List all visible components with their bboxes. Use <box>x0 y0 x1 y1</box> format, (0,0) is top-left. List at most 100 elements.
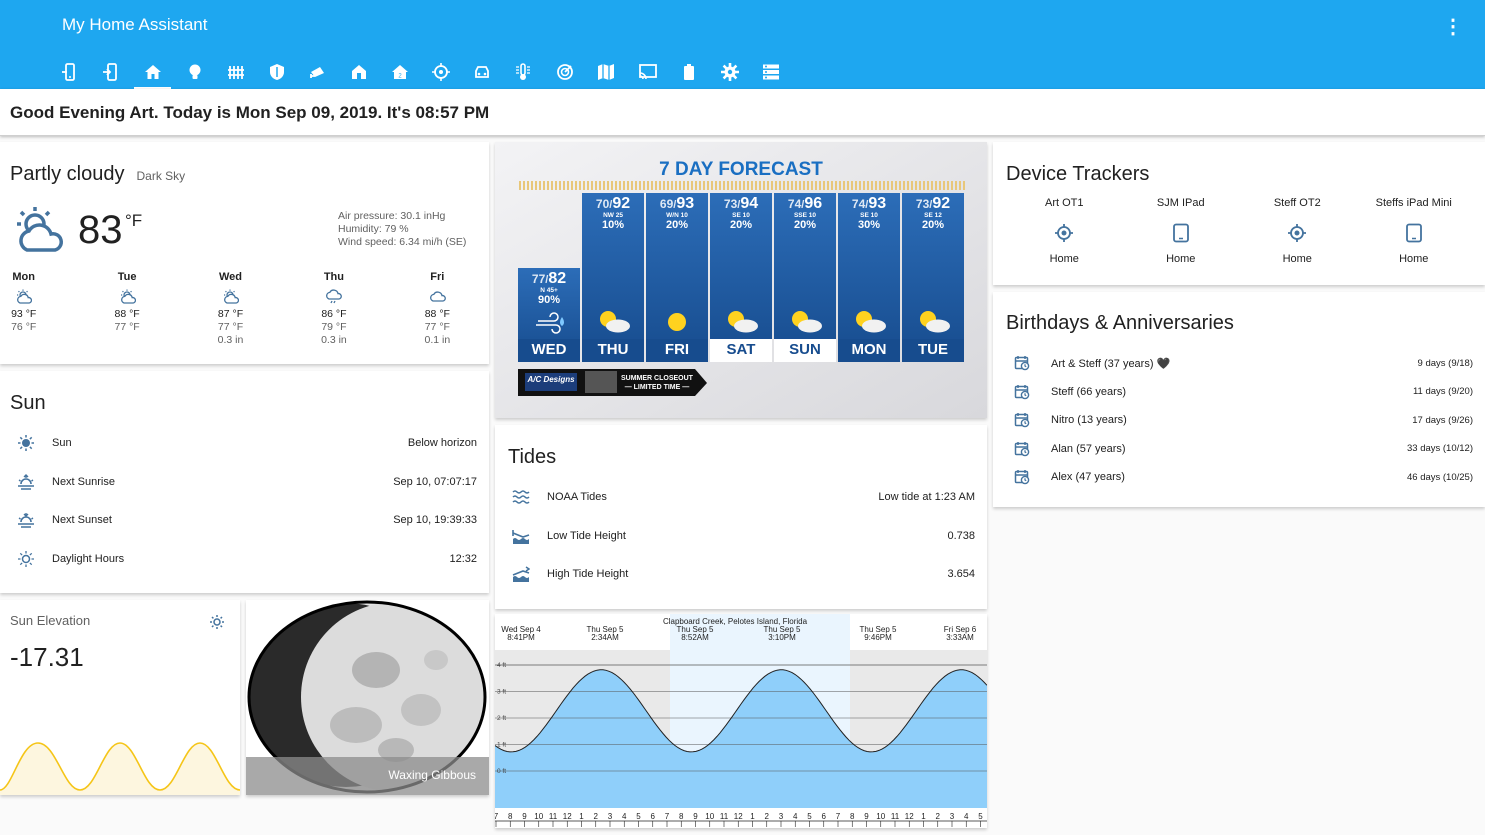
tide-xtick: 12 <box>734 812 743 821</box>
sun-row[interactable]: Daylight Hours 12:32 <box>0 545 489 573</box>
birthday-row[interactable]: Alex (47 years) 46 days (10/25) <box>993 463 1485 491</box>
tide-xtick: 4 <box>964 812 969 821</box>
tab-radar[interactable] <box>544 54 585 89</box>
thermometer-icon <box>515 62 530 80</box>
tide-xtick: 6 <box>822 812 827 821</box>
forecast-precip: 0.3 in <box>217 334 244 346</box>
tide-value: 0.738 <box>947 529 975 542</box>
birthday-row[interactable]: Nitro (13 years) 17 days (9/26) <box>993 406 1485 434</box>
tide-xtick: 8 <box>679 812 684 821</box>
tab-car[interactable] <box>461 54 502 89</box>
forecast-cloud <box>734 319 758 333</box>
birthday-row[interactable]: Alan (57 years) 33 days (10/12) <box>993 435 1485 463</box>
device-name: Steff OT2 <box>1273 197 1321 209</box>
forecast-precip: 0.3 in <box>321 334 347 346</box>
device-tracker[interactable]: Steffs iPad Mini Home <box>1356 197 1473 265</box>
device-trackers-card: Device Trackers Art OT1 Home SJM IPad Home S… <box>993 142 1485 285</box>
tab-cast[interactable] <box>627 54 668 89</box>
birthday-label: Steff (66 years) <box>1051 385 1126 398</box>
dots-vertical-icon[interactable]: ⋮ <box>1443 14 1463 39</box>
tide-xtick: 4 <box>622 812 627 821</box>
forecast-temps: 69/93 W/N 10 20% <box>646 196 708 231</box>
calendar-clock-icon <box>1014 356 1030 371</box>
sun-row[interactable]: Next Sunrise Sep 10, 07:07:17 <box>0 468 489 496</box>
forecast-day-label: FRI <box>664 341 690 358</box>
birthday-label: Nitro (13 years) <box>1051 414 1127 426</box>
tide-value: Low tide at 1:23 AM <box>878 491 975 503</box>
tide-xtick: 2 <box>765 812 770 821</box>
device-tracker[interactable]: Art OT1 Home <box>1006 197 1123 265</box>
tab-fence[interactable] <box>215 54 256 89</box>
forecast-low: 77 °F <box>217 321 244 333</box>
calendar-clock-icon <box>1014 384 1030 399</box>
sun-elevation-card[interactable]: Sun Elevation -17.31 <box>0 600 240 795</box>
device-state: Home <box>1282 253 1312 265</box>
calendar-clock-icon <box>1014 413 1030 428</box>
sun-outline-icon <box>209 614 225 630</box>
device-name: Art OT1 <box>1044 197 1084 209</box>
tide-xtick: 12 <box>905 812 914 821</box>
birthday-row[interactable]: Steff (66 years) 11 days (9/20) <box>993 378 1485 406</box>
tab-crosshair[interactable] <box>420 54 461 89</box>
tide-xtick: 7 <box>665 812 670 821</box>
weather-card[interactable]: Partly cloudy Dark Sky 83 °F Air pressur… <box>0 142 489 364</box>
birthday-label: Alan (57 years) <box>1051 442 1126 455</box>
slash: / <box>801 199 805 211</box>
forecast-day-label: TUE <box>918 341 948 358</box>
app-header: My Home Assistant ⋮ 2 <box>0 0 1485 89</box>
tide-row[interactable]: NOAA Tides Low tide at 1:23 AM <box>495 483 987 511</box>
humidity: Humidity: 79 % <box>338 223 409 235</box>
device-name: SJM IPad <box>1156 197 1205 209</box>
tide-event-time: 2:34AM <box>591 633 619 642</box>
forecast-low: 77 °F <box>114 321 140 333</box>
home-icon <box>144 64 161 79</box>
sun-row[interactable]: Next Sunset Sep 10, 19:39:33 <box>0 506 489 534</box>
device-tracker[interactable]: SJM IPad Home <box>1123 197 1240 265</box>
tab-battery[interactable] <box>668 54 709 89</box>
forecast-pop: 20% <box>793 218 817 231</box>
tide-xtick: 6 <box>651 812 656 821</box>
tide-ytick: 2 ft <box>497 715 506 722</box>
moon-card[interactable]: Waxing Gibbous <box>246 600 489 795</box>
tab-home[interactable] <box>132 54 173 89</box>
forecast-low: 73 <box>723 197 738 211</box>
tab-home-modern[interactable] <box>338 54 379 89</box>
tide-xtick: 2 <box>594 812 599 821</box>
tab-thermometer[interactable] <box>502 54 543 89</box>
calendar-clock-icon <box>1014 470 1030 485</box>
device-tracker[interactable]: Steff OT2 Home <box>1239 197 1356 265</box>
tab-phone[interactable] <box>49 54 90 89</box>
home-modern-icon <box>351 64 366 79</box>
forecast-low: 74 <box>851 197 866 211</box>
tide-low-icon <box>512 529 530 544</box>
tide-chart-card[interactable]: 4 ft 3 ft 2 ft 1 ft 0 ft Clapboard Creek, Pel… <box>495 614 987 828</box>
tide-xtick: 5 <box>636 812 641 821</box>
server-icon <box>762 64 779 79</box>
cast-icon <box>638 63 657 79</box>
tab-shield[interactable] <box>256 54 297 89</box>
moon-phase-label: Waxing Gibbous <box>388 768 476 782</box>
device-state: Home <box>1399 253 1429 265</box>
sun-row[interactable]: Sun Below horizon <box>0 429 489 457</box>
tab-server[interactable] <box>750 54 791 89</box>
forecast-image-card[interactable]: 7 DAY FORECAST A/C Designs SUMMER CLOSEO… <box>495 142 987 418</box>
tab-home-floor[interactable]: 2 <box>379 54 420 89</box>
tide-row[interactable]: High Tide Height 3.654 <box>495 560 987 588</box>
crosshair-icon <box>431 62 450 81</box>
tide-event-time: 8:41PM <box>507 633 535 642</box>
forecast-cloud <box>926 319 950 333</box>
partly-cloudy-icon <box>120 289 136 304</box>
tide-xtick: 8 <box>850 812 855 821</box>
tab-settings[interactable] <box>709 54 750 89</box>
tab-cctv[interactable] <box>297 54 338 89</box>
tide-row[interactable]: Low Tide Height 0.738 <box>495 522 987 550</box>
forecast-day-name: Wed <box>219 271 243 283</box>
tide-ytick: 4 ft <box>497 662 506 669</box>
tide-ytick: 0 ft <box>497 768 506 775</box>
tab-bulb[interactable] <box>174 54 215 89</box>
tab-map[interactable] <box>585 54 626 89</box>
sun-elevation-graph <box>0 742 240 795</box>
moon-image <box>246 600 489 795</box>
tab-phone-enter[interactable] <box>90 54 131 89</box>
birthday-row[interactable]: Art & Steff (37 years) 🖤 9 days (9/18) <box>993 349 1485 377</box>
